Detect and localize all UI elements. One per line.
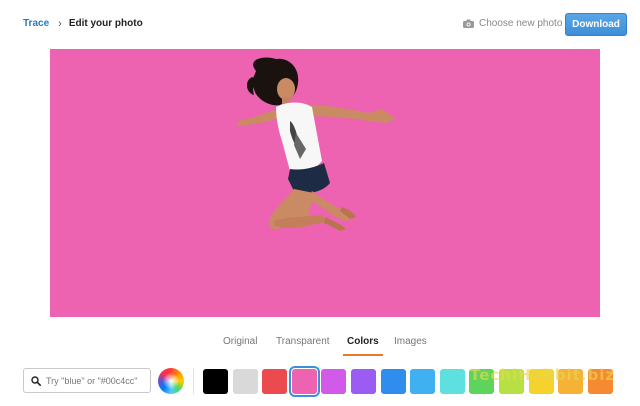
background-tabs: Original Transparent Colors Images — [0, 336, 640, 356]
tab-transparent[interactable]: Transparent — [276, 336, 330, 347]
tab-images-label: Images — [394, 336, 427, 347]
color-swatch[interactable] — [262, 369, 288, 394]
tab-transparent-label: Transparent — [276, 336, 330, 347]
breadcrumb-link-trace[interactable]: Trace — [23, 18, 49, 29]
tab-colors-label: Colors — [347, 336, 379, 347]
tab-images[interactable]: Images — [394, 336, 427, 347]
camera-icon — [463, 19, 474, 28]
photo-canvas[interactable] — [50, 49, 600, 317]
watermark-text: TechiHobbit.biz — [470, 366, 616, 384]
chevron-right-icon: › — [58, 17, 62, 30]
tab-colors[interactable]: Colors — [343, 336, 383, 356]
color-swatch[interactable] — [203, 369, 228, 394]
color-swatch[interactable] — [351, 369, 376, 394]
color-swatch[interactable] — [232, 369, 258, 394]
active-tab-indicator — [343, 354, 383, 356]
color-search-input[interactable] — [46, 375, 146, 386]
page-title: Edit your photo — [68, 18, 143, 29]
color-swatch[interactable] — [410, 369, 436, 394]
choose-new-photo-button[interactable]: Choose new photo — [463, 18, 562, 29]
color-picker-wheel-button[interactable] — [158, 368, 184, 394]
color-search-box — [23, 368, 151, 393]
breadcrumb: Trace › Edit your photo — [23, 18, 143, 29]
search-icon — [31, 375, 41, 386]
tab-original-label: Original — [223, 336, 258, 347]
choose-new-photo-label: Choose new photo — [479, 18, 563, 29]
download-button[interactable]: Download — [565, 13, 627, 36]
color-swatch[interactable] — [380, 369, 406, 394]
color-swatch[interactable] — [439, 369, 465, 394]
color-swatch[interactable] — [288, 366, 320, 397]
color-swatch[interactable] — [321, 369, 347, 394]
divider — [193, 368, 194, 394]
tab-original[interactable]: Original — [223, 336, 257, 347]
top-bar: Trace › Edit your photo Choose new photo… — [0, 0, 640, 50]
